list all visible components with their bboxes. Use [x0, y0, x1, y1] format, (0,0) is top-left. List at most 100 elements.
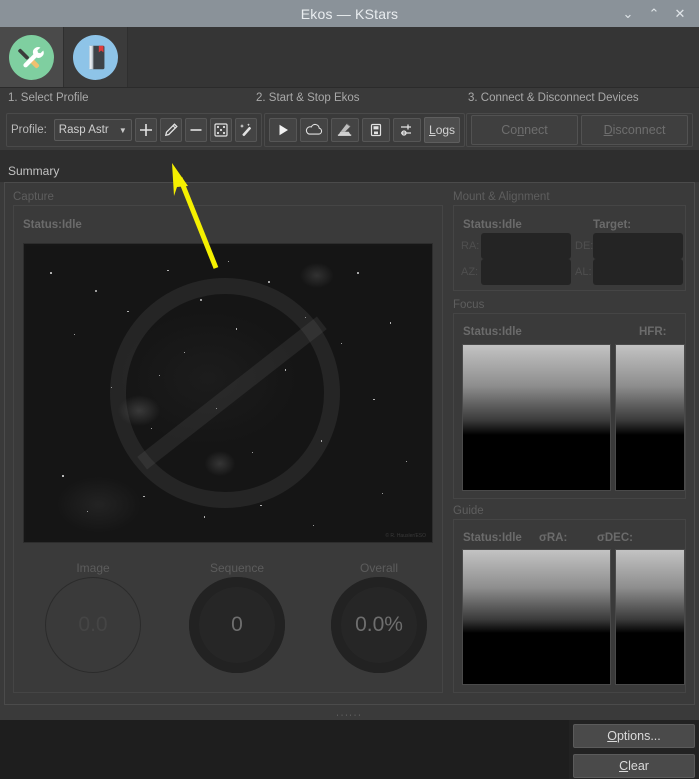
- guide-ddec-label: σDEC:: [597, 532, 633, 544]
- overall-gauge-dial: 0.0%: [331, 577, 427, 673]
- capture-preview-image[interactable]: © R. Hausler/ESO: [23, 243, 433, 543]
- chevron-up-icon[interactable]: ⌃: [647, 7, 661, 21]
- mount-al-value[interactable]: [593, 259, 683, 285]
- no-image-overlay-icon: [110, 278, 340, 508]
- image-gauge-dial: 0.0: [45, 577, 141, 673]
- window-titlebar: Ekos — KStars ⌄ ⌃ ✕: [0, 0, 699, 27]
- profile-wizard-button[interactable]: [234, 118, 257, 142]
- logs-button-accel: L: [429, 123, 436, 137]
- capture-status: Status:Idle: [23, 219, 82, 231]
- add-profile-button[interactable]: [134, 118, 157, 142]
- sequence-gauge-value: 0: [231, 613, 243, 636]
- connect-label-suffix: nect: [524, 123, 548, 137]
- connect-label-prefix: Co: [501, 123, 518, 137]
- usb-drive-icon: [370, 123, 382, 137]
- profile-select[interactable]: Rasp Astr ▼: [53, 119, 132, 141]
- logs-button-label: ogs: [435, 123, 456, 137]
- log-output-area[interactable]: [0, 720, 569, 779]
- focus-profile-plot: [462, 344, 611, 491]
- focus-group-title: Focus: [453, 299, 485, 311]
- plus-icon: [139, 124, 152, 136]
- connect-button[interactable]: Co n nect: [471, 115, 578, 145]
- step-label-3: 3. Connect & Disconnect Devices: [468, 92, 639, 104]
- image-gauge-sub: [41, 677, 145, 683]
- profile-label: Profile:: [11, 124, 47, 136]
- tab-strip: [0, 27, 699, 88]
- mount-az-value[interactable]: [481, 259, 571, 285]
- mount-target-label: Target:: [593, 219, 632, 231]
- profile-group: Profile: Rasp Astr ▼: [6, 113, 262, 147]
- mount-status: Status:Idle: [463, 219, 522, 231]
- observatory-button[interactable]: [331, 118, 359, 142]
- disconnect-button[interactable]: Disconnect: [581, 115, 688, 145]
- preview-watermark: © R. Hausler/ESO: [385, 533, 426, 539]
- image-gauge-value: 0.0: [78, 613, 108, 636]
- cloud-icon: [305, 123, 323, 135]
- clear-button[interactable]: Clear: [573, 754, 695, 778]
- options-button[interactable]: Options...: [573, 724, 695, 748]
- ekos-control-group: Logs: [264, 113, 466, 147]
- magic-wand-icon: [239, 123, 251, 137]
- disconnect-label-suffix: isconnect: [612, 123, 666, 137]
- focus-hfr-plot: [615, 344, 685, 491]
- sequence-gauge-sub: [185, 677, 289, 683]
- options-sliders-button[interactable]: [393, 118, 421, 142]
- sequence-gauge-dial: 0: [189, 577, 285, 673]
- window-controls: ⌄ ⌃ ✕: [621, 0, 693, 27]
- step-labels: 1. Select Profile 2. Start & Stop Ekos 3…: [0, 88, 699, 110]
- guide-status: Status:Idle: [463, 532, 522, 544]
- guide-star-plot: [615, 549, 685, 685]
- chevron-down-icon[interactable]: ⌄: [621, 7, 635, 21]
- mount-az-label: AZ:: [461, 266, 479, 278]
- sequence-gauge: Sequence 0: [185, 561, 289, 683]
- mount-group-title: Mount & Alignment: [453, 191, 550, 203]
- connect-label-accel: n: [517, 123, 525, 137]
- tab-strip-filler: [128, 27, 699, 87]
- image-gauge-title: Image: [76, 561, 110, 575]
- minus-icon: [190, 129, 202, 131]
- profile-select-value: Rasp Astr: [58, 124, 109, 136]
- tools-icon: [9, 34, 54, 80]
- cloud-button[interactable]: [300, 118, 328, 142]
- overall-gauge: Overall 0.0%: [327, 561, 431, 683]
- close-icon[interactable]: ✕: [673, 7, 687, 21]
- play-icon: [279, 124, 288, 136]
- sliders-icon: [401, 124, 411, 136]
- summary-label: Summary: [8, 164, 60, 178]
- clear-button-accel: C: [619, 759, 629, 773]
- edit-profile-button[interactable]: [159, 118, 182, 142]
- usb-button[interactable]: [362, 118, 390, 142]
- bottom-panel: Options... Clear: [0, 720, 699, 779]
- remove-profile-button[interactable]: [184, 118, 207, 142]
- mount-de-value[interactable]: [593, 233, 683, 259]
- options-button-accel: O: [607, 729, 617, 743]
- focus-hfr-label: HFR:: [639, 326, 667, 338]
- options-button-label: ptions...: [616, 729, 661, 743]
- mount-ra-value[interactable]: [481, 233, 571, 259]
- pencil-icon: [164, 123, 178, 137]
- panel-splitter[interactable]: ······: [0, 712, 699, 720]
- dice-icon: [214, 123, 228, 137]
- guide-dra-label: σRA:: [539, 532, 568, 544]
- clear-button-label: lear: [628, 759, 649, 773]
- start-ekos-button[interactable]: [269, 118, 297, 142]
- bottom-button-column: Options... Clear: [573, 724, 695, 778]
- summary-content: Capture Status:Idle © R. Hausler/ESO Ima…: [0, 182, 699, 713]
- notebook-icon: [73, 34, 118, 80]
- step-label-1: 1. Select Profile: [8, 92, 89, 104]
- guide-drift-plot: [462, 549, 611, 685]
- logs-button[interactable]: Logs: [424, 117, 461, 143]
- sequence-gauge-title: Sequence: [209, 561, 265, 575]
- tab-logs[interactable]: [64, 27, 128, 87]
- guide-group-title: Guide: [453, 505, 484, 517]
- disconnect-label-accel: D: [603, 123, 613, 137]
- mount-de-label: DE:: [575, 240, 594, 252]
- custom-drivers-button[interactable]: [209, 118, 232, 142]
- overall-gauge-value: 0.0%: [355, 613, 403, 636]
- splitter-grip-icon: ······: [336, 712, 363, 719]
- window-title: Ekos — KStars: [300, 5, 399, 22]
- step-label-2: 2. Start & Stop Ekos: [256, 92, 360, 104]
- main-toolbar: Profile: Rasp Astr ▼ L ogs Co n nect D i…: [0, 110, 699, 150]
- tab-setup[interactable]: [0, 27, 64, 87]
- observatory-icon: [337, 123, 352, 136]
